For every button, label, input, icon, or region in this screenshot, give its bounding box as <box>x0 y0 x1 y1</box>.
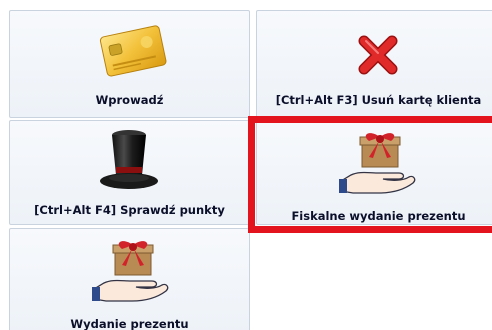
card-icon <box>99 25 167 77</box>
gift-hand-icon <box>92 241 169 302</box>
check-points-label: [Ctrl+Alt F4] Sprawdź punkty <box>34 203 225 217</box>
gift-label: Wydanie prezentu <box>70 317 189 330</box>
remove-card-label: [Ctrl+Alt F3] Usuń kartę klienta <box>275 93 482 107</box>
fiscal-gift-button[interactable]: Fiskalne wydanie prezentu <box>256 120 492 225</box>
enter-card-button[interactable]: Wprowadź <box>9 10 250 118</box>
button-panel: Wprowadź [Ctrl+Alt F3] Usuń kartę klient… <box>0 0 492 330</box>
check-points-button[interactable]: [Ctrl+Alt F4] Sprawdź punkty <box>9 120 250 225</box>
fiscal-gift-label: Fiskalne wydanie prezentu <box>291 209 466 223</box>
top-hat-icon <box>100 130 158 189</box>
gift-button[interactable]: Wydanie prezentu <box>9 228 250 330</box>
red-x-icon <box>358 35 398 75</box>
enter-label: Wprowadź <box>95 93 164 107</box>
remove-card-button[interactable]: [Ctrl+Alt F3] Usuń kartę klienta <box>256 10 492 118</box>
gift-hand-icon <box>339 133 416 194</box>
